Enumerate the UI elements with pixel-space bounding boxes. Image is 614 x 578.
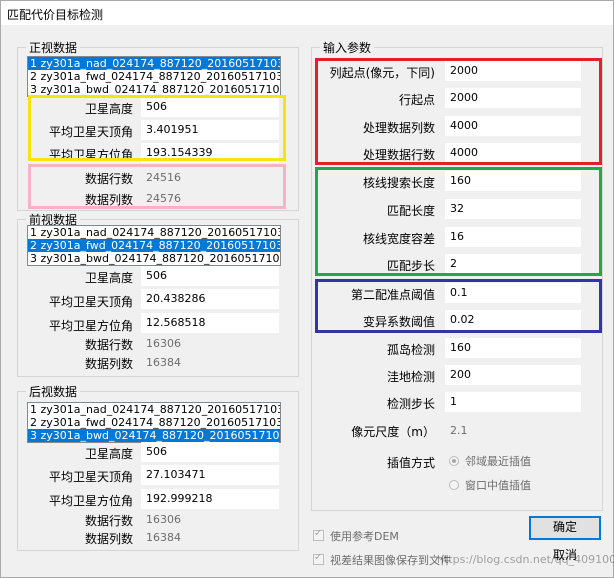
proc-cols-label: 处理数据列数 xyxy=(362,121,435,135)
proc-rows-field[interactable]: 4000 xyxy=(445,143,581,163)
backward-rows-value: 16306 xyxy=(146,513,181,526)
forward-azimuth-field[interactable]: 12.568518 xyxy=(141,313,279,333)
backward-zenith-label: 平均卫星天顶角 xyxy=(48,470,133,484)
forward-zenith-label: 平均卫星天顶角 xyxy=(48,295,133,309)
var-coef-label: 变异系数阈值 xyxy=(362,315,435,329)
front-sat-height-label: 卫星高度 xyxy=(84,102,133,116)
forward-view-list[interactable]: 1 zy301a_nad_024174_887120_2016051710390… xyxy=(27,225,281,266)
backward-sat-height-label: 卫星高度 xyxy=(84,447,133,461)
front-rows-label: 数据行数 xyxy=(84,172,133,186)
front-zenith-label: 平均卫星天顶角 xyxy=(48,125,133,139)
forward-rows-value: 16306 xyxy=(146,337,181,350)
start-col-field[interactable]: 2000 xyxy=(445,61,581,81)
forward-azimuth-label: 平均卫星方位角 xyxy=(48,319,133,333)
backward-view-title: 后视数据 xyxy=(26,383,81,400)
front-zenith-field[interactable]: 3.401951 xyxy=(141,120,279,140)
list-item[interactable]: 2 zy301a_fwd_024174_887120_2016051710383… xyxy=(28,239,280,252)
start-col-label: 列起点(像元，下同) xyxy=(329,66,435,80)
save-parallax-checkbox[interactable]: 视差结果图像保存到文件 xyxy=(313,552,451,568)
forward-zenith-field[interactable]: 20.438286 xyxy=(141,289,279,309)
forward-sat-height-label: 卫星高度 xyxy=(84,271,133,285)
second-thresh-label: 第二配准点阈值 xyxy=(350,288,435,302)
depression-field[interactable]: 200 xyxy=(445,365,581,385)
params-title: 输入参数 xyxy=(320,39,375,56)
checkbox-checked-icon xyxy=(313,552,324,565)
island-field[interactable]: 160 xyxy=(445,338,581,358)
backward-cols-label: 数据列数 xyxy=(84,532,133,546)
epi-width-field[interactable]: 16 xyxy=(445,227,581,247)
list-item[interactable]: 3 zy301a_bwd_024174_887120_2016051710393… xyxy=(28,252,280,265)
checkbox-checked-icon xyxy=(313,528,324,541)
second-thresh-field[interactable]: 0.1 xyxy=(445,283,581,303)
backward-rows-label: 数据行数 xyxy=(84,514,133,528)
list-item[interactable]: 2 zy301a_fwd_024174_887120_2016051710383… xyxy=(28,70,280,83)
front-azimuth-field[interactable]: 193.154339 xyxy=(141,143,279,163)
front-cols-value: 24576 xyxy=(146,192,181,205)
backward-sat-height-field[interactable]: 506 xyxy=(141,442,279,462)
interp-label: 插值方式 xyxy=(386,456,435,470)
backward-zenith-field[interactable]: 27.103471 xyxy=(141,465,279,485)
depression-label: 洼地检测 xyxy=(386,370,435,384)
list-item[interactable]: 2 zy301a_fwd_024174_887120_2016051710383… xyxy=(28,416,280,429)
dialog-window: 匹配代价目标检测 正视数据 1 zy301a_nad_024174_887120… xyxy=(0,0,614,578)
interp-nearest-radio[interactable]: 邻域最近插值 xyxy=(449,453,531,469)
forward-rows-label: 数据行数 xyxy=(84,338,133,352)
radio-unselected-icon xyxy=(449,480,459,490)
forward-cols-value: 16384 xyxy=(146,356,181,369)
front-rows-value: 24516 xyxy=(146,171,181,184)
epi-search-label: 核线搜索长度 xyxy=(362,176,435,190)
list-item[interactable]: 3 zy301a_bwd_024174_887120_2016051710393… xyxy=(28,429,280,442)
front-sat-height-field[interactable]: 506 xyxy=(141,97,279,117)
detect-step-label: 检测步长 xyxy=(386,397,435,411)
list-item[interactable]: 1 zy301a_nad_024174_887120_2016051710390… xyxy=(28,403,280,416)
use-dem-checkbox[interactable]: 使用参考DEM xyxy=(313,528,399,544)
list-item[interactable]: 1 zy301a_nad_024174_887120_2016051710390… xyxy=(28,226,280,239)
pixel-size-label: 像元尺度（m） xyxy=(351,425,435,439)
pixel-size-value: 2.1 xyxy=(450,424,468,437)
front-view-title: 正视数据 xyxy=(26,39,81,56)
radio-selected-icon xyxy=(449,456,459,466)
start-row-label: 行起点 xyxy=(398,93,435,107)
forward-cols-label: 数据列数 xyxy=(84,357,133,371)
proc-cols-field[interactable]: 4000 xyxy=(445,116,581,136)
forward-sat-height-field[interactable]: 506 xyxy=(141,266,279,286)
front-cols-label: 数据列数 xyxy=(84,193,133,207)
var-coef-field[interactable]: 0.02 xyxy=(445,310,581,330)
island-label: 孤岛检测 xyxy=(386,343,435,357)
backward-cols-value: 16384 xyxy=(146,531,181,544)
window-title: 匹配代价目标检测 xyxy=(7,8,104,22)
backward-azimuth-label: 平均卫星方位角 xyxy=(48,494,133,508)
title-bar: 匹配代价目标检测 xyxy=(1,1,613,25)
match-step-label: 匹配步长 xyxy=(386,259,435,273)
front-azimuth-label: 平均卫星方位角 xyxy=(48,148,133,162)
start-row-field[interactable]: 2000 xyxy=(445,88,581,108)
match-len-label: 匹配长度 xyxy=(386,204,435,218)
list-item[interactable]: 1 zy301a_nad_024174_887120_2016051710390… xyxy=(28,57,280,70)
epi-search-field[interactable]: 160 xyxy=(445,171,581,191)
match-step-field[interactable]: 2 xyxy=(445,254,581,274)
backward-azimuth-field[interactable]: 192.999218 xyxy=(141,489,279,509)
ok-button[interactable]: 确定 xyxy=(529,516,601,540)
watermark-text: https://blog.csdn.net/qq_40910009 xyxy=(437,553,614,566)
interp-median-radio[interactable]: 窗口中值插值 xyxy=(449,477,531,493)
match-len-field[interactable]: 32 xyxy=(445,199,581,219)
list-item[interactable]: 3 zy301a_bwd_024174_887120_2016051710393… xyxy=(28,83,280,96)
detect-step-field[interactable]: 1 xyxy=(445,392,581,412)
backward-view-list[interactable]: 1 zy301a_nad_024174_887120_2016051710390… xyxy=(27,402,281,443)
front-view-list[interactable]: 1 zy301a_nad_024174_887120_2016051710390… xyxy=(27,56,281,97)
epi-width-label: 核线宽度容差 xyxy=(362,232,435,246)
proc-rows-label: 处理数据行数 xyxy=(362,148,435,162)
